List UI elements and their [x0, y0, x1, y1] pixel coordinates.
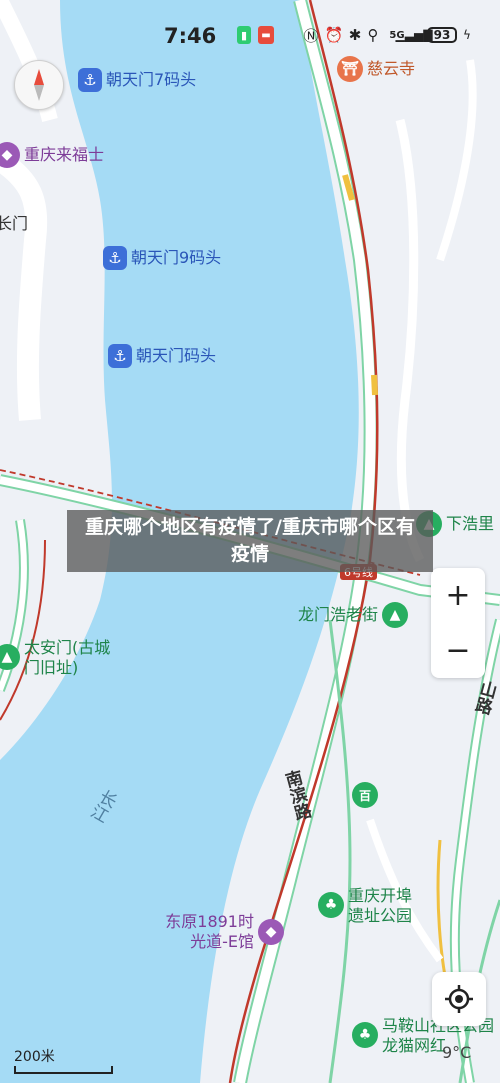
poi-laifushi[interactable]: ◆ 重庆来福士 — [0, 142, 104, 168]
anchor-icon: ⚓ — [78, 68, 102, 92]
app-notification-icon-2: ▬ — [258, 26, 274, 44]
poi-label: 龙门浩老街 — [298, 605, 379, 624]
weather-temp: 9°C — [442, 1043, 472, 1062]
poi-label: 朝天门7码头 — [106, 70, 197, 89]
temple-icon: ⛩ — [337, 56, 363, 82]
nfc-icon: Ⓝ — [303, 26, 319, 45]
poi-label: 下浩里 — [446, 514, 495, 533]
locate-button[interactable] — [432, 972, 486, 1026]
signal-icon: ▁▃▅▇ — [395, 28, 433, 42]
zoom-out-button[interactable]: − — [431, 623, 485, 678]
zoom-in-button[interactable]: + — [431, 568, 485, 623]
poi-taian-gate[interactable]: ▲ 太安门(古城门旧址) — [0, 638, 114, 678]
location-icon: ⚲ — [367, 26, 379, 44]
scale-bar — [14, 1066, 113, 1074]
poi-dongyuan[interactable]: 东原1891时光道-E馆 ◆ — [164, 912, 284, 952]
poi-longmen-street[interactable]: 龙门浩老街 ▲ — [298, 602, 409, 628]
charging-icon: ϟ — [463, 28, 471, 42]
anchor-icon: ⚓ — [108, 344, 132, 368]
poi-hundred[interactable]: 百 — [352, 782, 378, 808]
park-icon: ♣ — [318, 892, 344, 918]
map-scale: 200米 — [14, 1046, 113, 1074]
scale-label: 200米 — [14, 1049, 55, 1065]
poi-label: 东原1891时光道-E馆 — [165, 912, 254, 951]
poi-ciyun-temple[interactable]: ⛩ 慈云寺 — [337, 56, 415, 82]
poi-label: 朝天门9码头 — [131, 248, 222, 267]
article-title-overlay: 重庆哪个地区有疫情了/重庆市哪个区有疫情 — [67, 510, 433, 572]
poi-label: 慈云寺 — [367, 59, 416, 78]
poi-label: 重庆来福士 — [24, 145, 105, 164]
compass-button[interactable] — [14, 60, 64, 110]
shopping-icon: ◆ — [258, 919, 284, 945]
poi-chaotianmen-7[interactable]: ⚓ 朝天门7码头 — [78, 68, 196, 92]
poi-partial-men[interactable]: 长门 — [0, 214, 28, 234]
scenic-icon: ▲ — [382, 602, 409, 628]
crosshair-icon — [445, 985, 473, 1013]
zoom-controls: + − — [431, 568, 485, 678]
poi-label: 长门 — [0, 214, 29, 233]
poi-label: 朝天门码头 — [136, 346, 217, 365]
scenic-icon: 百 — [352, 782, 378, 808]
park-icon: ♣ — [352, 1022, 378, 1048]
battery-icon: 93 — [427, 27, 457, 43]
scenic-icon: ▲ — [0, 644, 20, 670]
shopping-icon: ◆ — [0, 142, 20, 168]
poi-kaibu-park[interactable]: ♣ 重庆开埠遗址公园 — [318, 886, 418, 926]
app-notification-icon: ▮ — [237, 26, 251, 44]
poi-chaotianmen[interactable]: ⚓ 朝天门码头 — [108, 344, 216, 368]
status-bar: 7:46 ▮ ▬ Ⓝ ⏰ ✱ ⚲ 5G ▁▃▅▇ 93 ϟ — [0, 0, 500, 72]
poi-label: 太安门(古城门旧址) — [24, 638, 111, 677]
poi-label: 重庆开埠遗址公园 — [348, 886, 413, 925]
status-time: 7:46 — [164, 24, 217, 48]
poi-chaotianmen-9[interactable]: ⚓ 朝天门9码头 — [103, 246, 221, 270]
alarm-icon: ⏰ — [324, 26, 344, 44]
bluetooth-icon: ✱ — [348, 26, 362, 44]
anchor-icon: ⚓ — [103, 246, 127, 270]
compass-icon — [34, 69, 44, 101]
